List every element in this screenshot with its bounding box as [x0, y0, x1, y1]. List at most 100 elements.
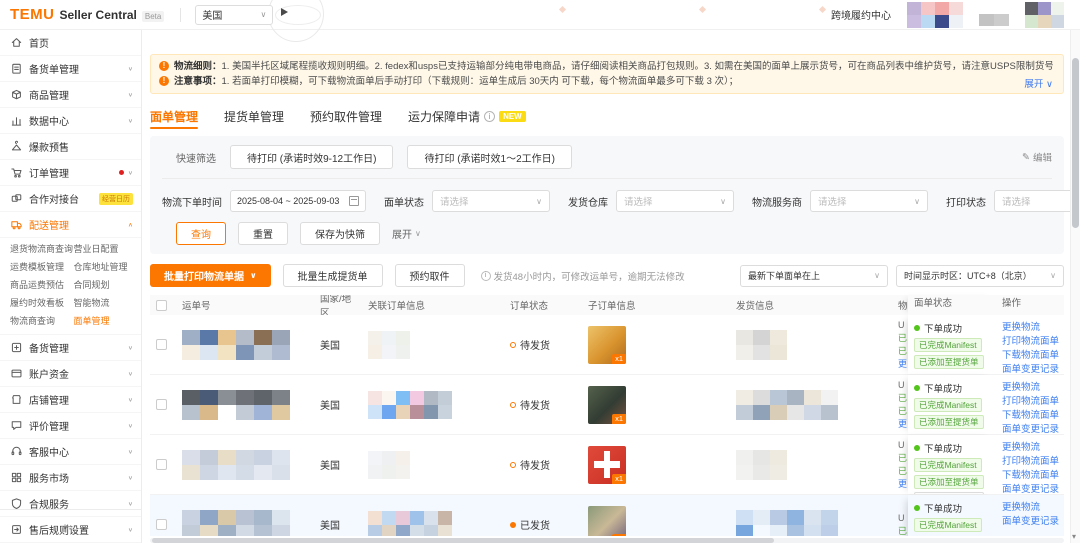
clipped-line: U	[898, 512, 905, 523]
sidebar-item-1[interactable]: 备货单管理 ∨	[0, 56, 141, 82]
sidebar-item-label: 配送管理	[29, 221, 69, 232]
sidebar-subitem[interactable]: 退货物流商查询	[10, 240, 74, 258]
sidebar-item-13[interactable]: 服务市场 ∨	[0, 465, 141, 491]
sidebar-subitem[interactable]: 仓库地址管理	[74, 258, 138, 276]
row-checkbox[interactable]	[156, 399, 167, 410]
filter-select-3[interactable]: 请选择∨	[994, 190, 1070, 212]
chevron-down-icon: ∨	[720, 196, 726, 206]
mosaic-cell	[1025, 1, 1038, 15]
edit-quick-filter-link[interactable]: ✎ 编辑	[1022, 150, 1052, 165]
tab-1[interactable]: 提货单管理	[224, 104, 284, 128]
sidebar-item-11[interactable]: 评价管理 ∨	[0, 413, 141, 439]
actions-cell: 更换物流 打印物流面单 下载物流面单 面单变更记录	[996, 315, 1064, 374]
order-status-cell: 已发货	[504, 495, 582, 536]
sidebar-item-4[interactable]: 爆款预售	[0, 134, 141, 160]
mosaic-cell	[182, 344, 200, 360]
horizontal-scrollbar[interactable]	[150, 538, 1064, 543]
filter-select-2[interactable]: 请选择 ∨	[810, 190, 928, 212]
action-link[interactable]: 打印物流面单	[1002, 455, 1059, 468]
mosaic-cell	[804, 524, 821, 536]
notification-dot	[118, 170, 124, 175]
sidebar-item-6[interactable]: 合作对接台 经营日历	[0, 186, 141, 212]
product-thumbnail-dark-photo-frame[interactable]: x1	[588, 385, 626, 424]
filter-select-1[interactable]: 请选择 ∨	[616, 190, 734, 212]
action-link[interactable]: 更换物流	[1002, 441, 1059, 454]
mosaic-cell	[272, 389, 290, 405]
batch-print-button[interactable]: 批量打印物流单据 ∨	[150, 264, 271, 287]
label-status-cell: 下单成功 已完成Manifest 已添加至提货单	[908, 375, 996, 434]
fulfillment-center-link[interactable]: 跨境履约中心	[831, 7, 891, 22]
sidebar-subitem[interactable]: 运费模板管理	[10, 258, 74, 276]
sidebar-item-9[interactable]: 账户资金 ∨	[0, 361, 141, 387]
sidebar-item-12[interactable]: 客服中心 ∨	[0, 439, 141, 465]
mosaic-cell	[182, 464, 200, 480]
row-checkbox[interactable]	[156, 459, 167, 470]
save-quick-filter-button[interactable]: 保存为快筛	[300, 222, 380, 245]
quick-filter-option-1[interactable]: 待打印 (承诺时效1～2工作日)	[407, 145, 573, 169]
mosaic-cell	[254, 344, 272, 360]
action-link[interactable]: 下载物流面单	[1002, 469, 1059, 482]
sidebar-item-0[interactable]: 首页	[0, 30, 141, 56]
sidebar-subitem[interactable]: 物流商查询	[10, 312, 74, 330]
sidebar-item-8[interactable]: 备货管理 ∨	[0, 335, 141, 361]
tab-0[interactable]: 面单管理	[150, 104, 199, 129]
filter-group-1: 发货仓库 请选择 ∨	[568, 190, 734, 212]
row-checkbox[interactable]	[156, 519, 167, 530]
mosaic-cell	[907, 14, 921, 28]
redacted-user-avatar[interactable]	[1025, 1, 1064, 28]
mosaic-cell	[182, 404, 200, 420]
product-thumbnail-red-white-cross[interactable]: x1	[588, 445, 626, 484]
mosaic-cell	[368, 390, 382, 405]
select-all-checkbox[interactable]	[156, 299, 167, 311]
vertical-scrollbar[interactable]: ▾	[1070, 30, 1080, 543]
tab-3[interactable]: 运力保障申请 i NEW	[408, 104, 526, 128]
timezone-select[interactable]: 时间显示时区：UTC+8（北京） ∨	[896, 264, 1064, 287]
appointment-pickup-button[interactable]: 预约取件	[394, 264, 465, 287]
table-toolbar: 批量打印物流单据 ∨ 批量生成提货单 预约取件 i 发货48小时内，可修改运单号…	[150, 264, 1064, 287]
sort-order-select[interactable]: 最新下单面单在上 ∨	[740, 264, 888, 287]
action-link[interactable]: 下载物流面单	[1002, 349, 1059, 362]
batch-picklist-button[interactable]: 批量生成提货单	[282, 264, 383, 287]
warning-icon: !	[159, 76, 169, 86]
vertical-scrollbar-thumb[interactable]	[1072, 58, 1079, 228]
action-link[interactable]: 打印物流面单	[1002, 395, 1059, 408]
quick-filter-option-0[interactable]: 待打印 (承诺时效9-12工作日)	[230, 145, 394, 169]
tab-2[interactable]: 预约取件管理	[310, 104, 382, 128]
date-range-input[interactable]: 2025-08-04 ~ 2025-09-03	[230, 190, 366, 212]
query-button[interactable]: 查询	[176, 222, 226, 245]
redacted-store-avatar[interactable]	[907, 1, 963, 28]
horizontal-scrollbar-thumb[interactable]	[152, 538, 774, 543]
action-link[interactable]: 面单变更记录	[1002, 483, 1059, 494]
sidebar-subitem[interactable]: 面单管理	[74, 312, 138, 330]
sidebar-subitem[interactable]: 营业日配置	[74, 240, 138, 258]
sidebar-item-10[interactable]: 店铺管理 ∨	[0, 387, 141, 413]
action-link[interactable]: 下载物流面单	[1002, 409, 1059, 422]
action-link[interactable]: 打印物流面单	[1002, 335, 1059, 348]
sidebar-item-5[interactable]: 订单管理 ∨	[0, 160, 141, 186]
product-thumbnail-framed-artwork[interactable]: x1	[588, 505, 626, 536]
product-thumbnail-gold-artwork[interactable]: x1	[588, 325, 626, 364]
chevron-down-icon: ∨	[127, 371, 133, 377]
expand-filters-link[interactable]: 展开 ∨	[392, 226, 421, 241]
sidebar-subitem[interactable]: 合同规划	[74, 276, 138, 294]
sidebar-subitem[interactable]: 履约时效看板	[10, 294, 74, 312]
action-link[interactable]: 面单变更记录	[1002, 423, 1059, 434]
action-link[interactable]: 更换物流	[1002, 501, 1059, 514]
brand[interactable]: TEMU Seller Central Beta	[0, 6, 165, 23]
region-select[interactable]: 美国 ∨	[195, 4, 274, 25]
sidebar-item-2[interactable]: 商品管理 ∨	[0, 82, 141, 108]
banner-expand-link[interactable]: 展开 ∨	[1018, 76, 1053, 90]
sidebar-item-3[interactable]: 数据中心 ∨	[0, 108, 141, 134]
sidebar-subitem[interactable]: 智能物流	[74, 294, 138, 312]
row-checkbox[interactable]	[156, 339, 167, 350]
reset-button[interactable]: 重置	[238, 222, 288, 245]
filter-select-0[interactable]: 请选择 ∨	[432, 190, 550, 212]
action-link[interactable]: 面单变更记录	[1002, 515, 1059, 528]
action-link[interactable]: 更换物流	[1002, 381, 1059, 394]
action-link[interactable]: 面单变更记录	[1002, 363, 1059, 374]
sidebar-item-7[interactable]: 配送管理 ∧	[0, 212, 141, 238]
collapse-sidebar-icon[interactable]: ⇤	[64, 520, 73, 533]
action-link[interactable]: 更换物流	[1002, 321, 1059, 334]
chevron-down-icon: ∨	[874, 271, 880, 280]
sidebar-subitem[interactable]: 商品运费预估	[10, 276, 74, 294]
